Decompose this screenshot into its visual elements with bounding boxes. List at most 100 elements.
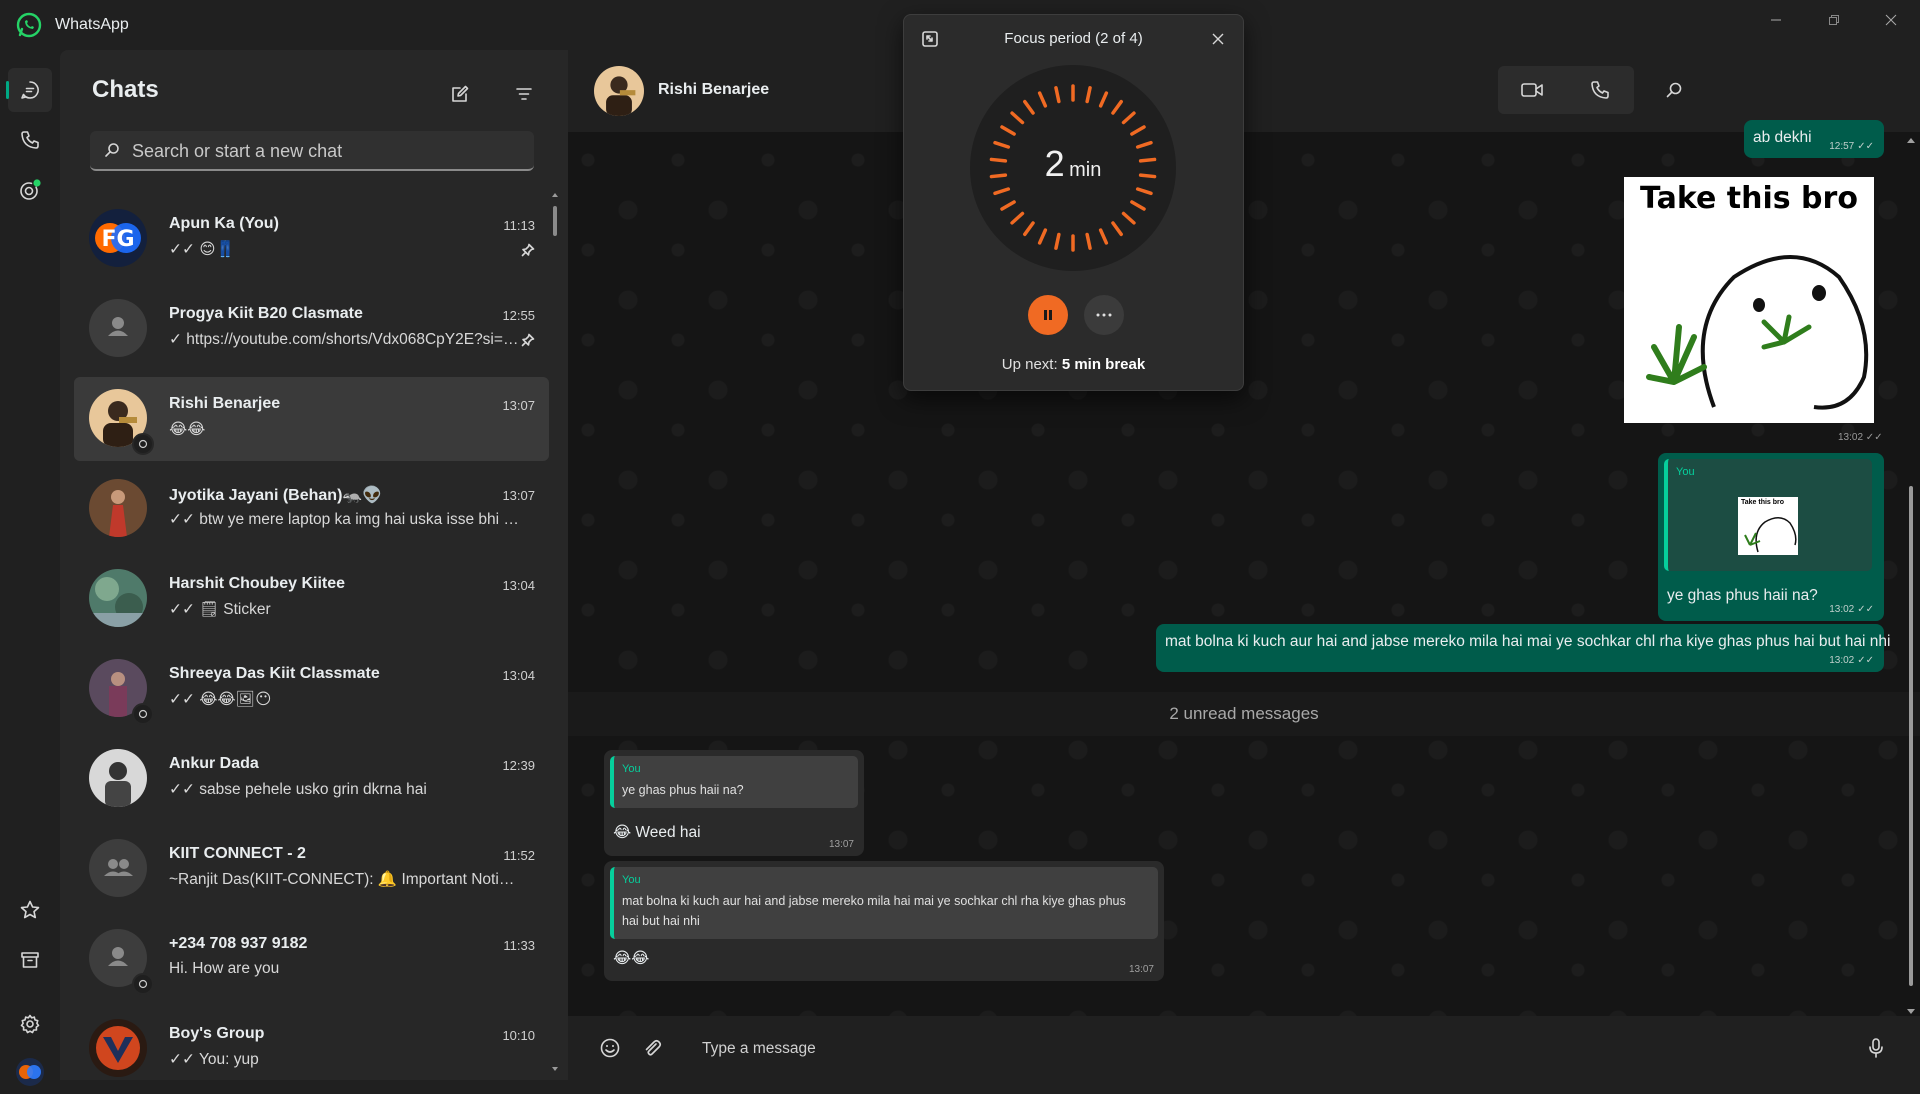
chat-list-item[interactable]: Ankur Dada 12:39 ✓✓ sabse pehele usko gr… xyxy=(74,737,549,821)
starred-nav-button[interactable] xyxy=(8,888,52,932)
chat-list-panel: Chats FG Apun Ka (You) 11:13 ✓✓ 😊👖 xyxy=(60,50,568,1080)
search-box xyxy=(90,131,534,171)
voice-message-button[interactable] xyxy=(1858,1030,1894,1066)
conversation-header: Rishi Benarjee xyxy=(568,50,1920,132)
conversation-panel: Rishi Benarjee ab dekhi 12:57 ✓✓ Take thi… xyxy=(568,50,1920,1080)
chats-nav-button[interactable] xyxy=(6,68,52,112)
avatar xyxy=(89,479,147,537)
avatar xyxy=(89,299,147,357)
message-time: 13:07 xyxy=(1128,964,1154,975)
attach-button[interactable] xyxy=(634,1030,670,1066)
contact-avatar[interactable] xyxy=(594,66,644,116)
chat-preview: ✓✓ 😂😂🖼😶 xyxy=(169,691,272,708)
focus-minutes-value: 2 xyxy=(1044,143,1065,184)
chat-time: 12:39 xyxy=(502,758,535,773)
emoji-button[interactable] xyxy=(592,1030,628,1066)
chat-preview: 😂😂 xyxy=(169,421,206,438)
chat-time: 11:52 xyxy=(503,848,535,863)
chat-name: Boy's Group xyxy=(169,1025,265,1042)
message-outgoing[interactable]: mat bolna ki kuch aur hai and jabse mere… xyxy=(1156,624,1890,672)
close-focus-button[interactable] xyxy=(1202,23,1234,55)
up-next-value: 5 min break xyxy=(1061,356,1146,373)
call-buttons xyxy=(1498,66,1634,114)
group-icon xyxy=(104,859,133,876)
chat-time: 11:13 xyxy=(503,218,535,233)
quoted-message[interactable]: You mat bolna ki kuch aur hai and jabse … xyxy=(610,867,1158,939)
message-time: 13:07 xyxy=(828,839,854,850)
emoji-icon xyxy=(600,1038,620,1058)
more-options-button[interactable] xyxy=(1084,295,1124,335)
chat-time: 12:55 xyxy=(502,308,535,323)
status-icon xyxy=(20,179,41,200)
chat-list-item-selected[interactable]: Rishi Benarjee 13:07 😂😂 xyxy=(74,377,549,461)
chat-list-item[interactable]: Shreeya Das Kiit Classmate 13:04 ✓✓ 😂😂🖼😶 xyxy=(74,647,549,731)
message-time: 13:02 xyxy=(1829,604,1855,615)
chat-list-item[interactable]: KIIT CONNECT - 2 11:52 ~Ranjit Das(KIIT-… xyxy=(74,827,549,911)
message-meta: 12:57 ✓✓ xyxy=(1829,141,1874,152)
chat-list-item[interactable]: Harshit Choubey Kiitee 13:04 ✓✓ 🗒 Sticke… xyxy=(74,557,549,641)
read-ticks-icon: ✓✓ xyxy=(1857,604,1874,615)
chat-preview: ✓✓ 🗒 Sticker xyxy=(169,601,271,618)
minimize-button[interactable] xyxy=(1753,4,1799,36)
message-incoming[interactable]: You mat bolna ki kuch aur hai and jabse … xyxy=(604,861,1164,981)
filter-chats-button[interactable] xyxy=(506,76,542,112)
message-text: 😂 Weed hai xyxy=(613,824,701,841)
chat-time: 13:04 xyxy=(502,668,535,683)
sticker-meta: 13:02 ✓✓ xyxy=(1838,432,1883,443)
archived-nav-button[interactable] xyxy=(8,938,52,982)
message-outgoing[interactable]: ab dekhi 12:57 ✓✓ xyxy=(1744,120,1884,158)
avatar: FG xyxy=(89,209,147,267)
quoted-message[interactable]: You ye ghas phus haii na? xyxy=(610,756,858,808)
profile-avatar[interactable] xyxy=(8,1050,52,1094)
search-in-chat-button[interactable] xyxy=(1650,66,1698,114)
left-rail xyxy=(0,50,60,1086)
voice-call-button[interactable] xyxy=(1566,66,1634,114)
svg-text:FG: FG xyxy=(101,227,134,252)
avatar xyxy=(89,749,147,807)
message-outgoing[interactable]: You Take this bro ye ghas phus haii na? … xyxy=(1658,453,1884,621)
chat-time: 13:07 xyxy=(502,488,535,503)
chat-list-item[interactable]: Progya Kiit B20 Clasmate 12:55 ✓ https:/… xyxy=(74,287,549,371)
search-input[interactable] xyxy=(130,131,524,171)
quoted-author: You xyxy=(622,874,641,886)
quoted-text: ye ghas phus haii na? xyxy=(622,783,744,797)
video-call-button[interactable] xyxy=(1498,66,1566,114)
close-window-button[interactable] xyxy=(1868,4,1914,36)
pause-focus-button[interactable] xyxy=(1028,295,1068,335)
archive-icon xyxy=(21,952,39,968)
focus-time-remaining: 2 min xyxy=(968,143,1178,185)
chat-preview: ✓✓ btw ye mere laptop ka img hai uska is… xyxy=(169,511,519,528)
message-time: 13:02 xyxy=(1829,655,1855,666)
settings-nav-button[interactable] xyxy=(8,1002,52,1046)
chat-list-item[interactable]: +234 708 937 9182 11:33 Hi. How are you xyxy=(74,917,549,1001)
chat-preview: ✓✓ sabse pehele usko grin dkrna hai xyxy=(169,781,427,798)
chat-name: +234 708 937 9182 xyxy=(169,935,308,952)
chat-list-item[interactable]: Jyotika Jayani (Behan)🦡👽 13:07 ✓✓ btw ye… xyxy=(74,467,549,551)
filter-icon xyxy=(516,88,532,100)
calls-nav-button[interactable] xyxy=(8,118,52,162)
avatar xyxy=(89,1019,147,1077)
quoted-author: You xyxy=(1676,466,1695,478)
message-text: ye ghas phus haii na? xyxy=(1667,587,1818,604)
video-camera-icon xyxy=(1521,83,1543,97)
chat-name: Harshit Choubey Kiitee xyxy=(169,575,346,592)
chats-heading: Chats xyxy=(92,76,159,103)
sticker-message[interactable]: Take this bro xyxy=(1624,177,1874,423)
quoted-message[interactable]: You Take this bro xyxy=(1664,459,1872,571)
chat-name: Ankur Dada xyxy=(169,755,259,772)
maximize-button[interactable] xyxy=(1811,4,1857,36)
new-chat-button[interactable] xyxy=(442,76,478,112)
message-incoming[interactable]: You ye ghas phus haii na? 😂 Weed hai 13:… xyxy=(604,750,864,856)
unread-messages-divider: 2 unread messages xyxy=(568,692,1920,736)
conversation-scrollbar[interactable] xyxy=(1906,136,1916,1016)
message-input[interactable] xyxy=(700,1030,1804,1068)
app-title: WhatsApp xyxy=(55,16,129,33)
contact-name[interactable]: Rishi Benarjee xyxy=(658,81,769,99)
chat-name: Shreeya Das Kiit Classmate xyxy=(169,665,380,682)
chat-list-scrollbar[interactable] xyxy=(552,192,558,1072)
status-nav-button[interactable] xyxy=(8,168,52,212)
chat-list-item[interactable]: Boy's Group 10:10 ✓✓ You: yup xyxy=(74,1007,549,1087)
chat-preview: ✓✓ You: yup xyxy=(169,1051,259,1068)
more-icon xyxy=(1096,313,1112,317)
chat-list-item[interactable]: FG Apun Ka (You) 11:13 ✓✓ 😊👖 xyxy=(74,197,549,281)
